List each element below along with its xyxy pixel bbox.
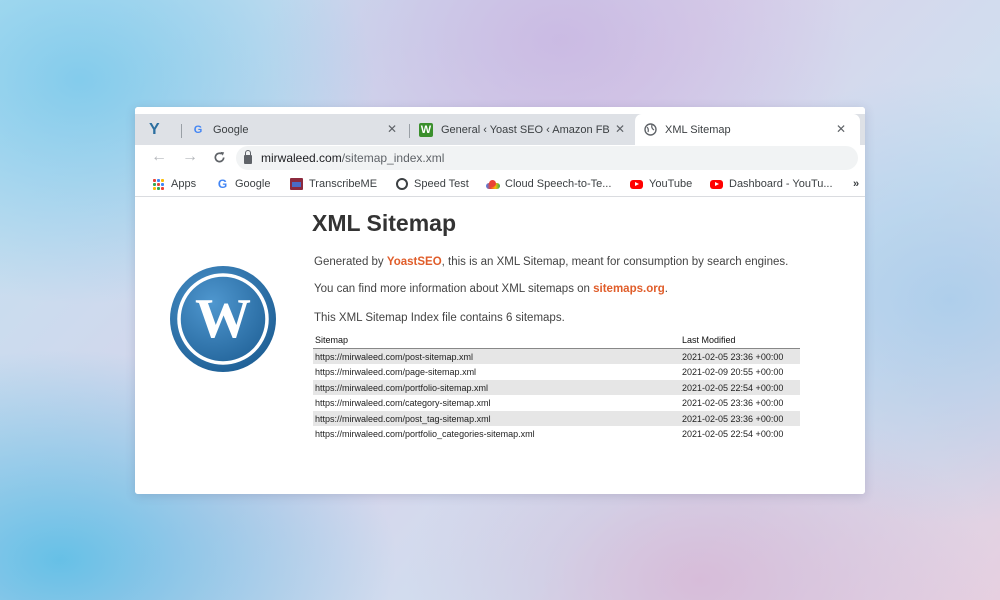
google-icon: G	[217, 177, 228, 191]
last-modified-cell: 2021-02-05 23:36 +00:00	[680, 410, 800, 426]
tab-row: Y G Google ✕ W General ‹ Yoast SEO ‹ Ama…	[135, 114, 865, 145]
last-modified-cell: 2021-02-05 23:36 +00:00	[682, 398, 784, 409]
wordpress-logo: W	[170, 266, 276, 372]
generated-prefix: Generated by	[314, 256, 387, 268]
last-modified-cell: 2021-02-09 20:55 +00:00	[682, 367, 784, 378]
back-arrow-icon[interactable]: ←	[151, 147, 167, 167]
tab-title: Google	[213, 123, 249, 136]
bookmark-label: YouTube	[649, 178, 693, 190]
sitemap-url-link[interactable]: https://mirwaleed.com/page-sitemap.xml	[313, 364, 680, 380]
info-prefix: You can find more information about XML …	[314, 283, 594, 295]
table-row: https://mirwaleed.com/portfolio_categori…	[313, 426, 800, 442]
apps-grid-icon	[152, 178, 165, 191]
browser-window: Y G Google ✕ W General ‹ Yoast SEO ‹ Ama…	[135, 107, 865, 494]
last-modified-cell: 2021-02-05 22:54 +00:00	[682, 429, 784, 440]
last-modified-cell: 2021-02-05 23:36 +00:00	[680, 348, 800, 364]
table-row: https://mirwaleed.com/post_tag-sitemap.x…	[313, 410, 800, 426]
tab-title: General ‹ Yoast SEO ‹ Amazon FB	[441, 123, 610, 136]
bookmark-cloud-speech[interactable]: Cloud Speech-to-Te...	[486, 176, 611, 192]
table-row: https://mirwaleed.com/portfolio-sitemap.…	[313, 379, 800, 395]
more-info-text: You can find more information about XML …	[314, 283, 668, 295]
bookmarks-bar: Apps G Google TranscribeME Speed Test Cl…	[135, 171, 865, 197]
yoast-y-icon[interactable]: Y	[149, 120, 171, 140]
tab-strip: Y G Google ✕ W General ‹ Yoast SEO ‹ Ama…	[135, 107, 865, 145]
page-title: XML Sitemap	[312, 210, 456, 236]
sitemap-url-link[interactable]: https://mirwaleed.com/category-sitemap.x…	[313, 395, 680, 411]
sitemap-table: Sitemap Last Modified https://mirwaleed.…	[313, 335, 800, 442]
cloud-icon	[486, 178, 500, 191]
globe-icon	[643, 123, 657, 137]
tab-yoast-general[interactable]: W General ‹ Yoast SEO ‹ Amazon FB ✕	[419, 114, 633, 145]
forward-arrow-icon[interactable]: →	[182, 147, 198, 167]
transcribeme-icon	[290, 178, 303, 191]
yoastseo-link[interactable]: YoastSEO	[387, 256, 442, 268]
address-bar[interactable]: mirwaleed.com/sitemap_index.xml	[236, 146, 858, 170]
table-row: https://mirwaleed.com/post-sitemap.xml 2…	[313, 348, 800, 364]
close-icon[interactable]: ✕	[387, 122, 397, 136]
column-header-sitemap: Sitemap	[313, 335, 680, 349]
page-content: W XML Sitemap Generated by YoastSEO, thi…	[135, 198, 865, 494]
bookmarks-overflow-icon[interactable]: »	[853, 176, 859, 192]
info-suffix: .	[664, 283, 668, 295]
bookmark-dashboard-youtube[interactable]: Dashboard - YouTu...	[710, 176, 833, 192]
sitemaps-org-link[interactable]: sitemaps.org	[593, 283, 665, 295]
url-path: /sitemap_index.xml	[341, 151, 445, 165]
bookmark-speed-test[interactable]: Speed Test	[395, 176, 469, 192]
yoast-w-icon: W	[419, 122, 433, 137]
tab-separator	[181, 124, 182, 138]
table-row: https://mirwaleed.com/page-sitemap.xml 2…	[313, 364, 800, 380]
close-icon[interactable]: ✕	[615, 122, 625, 136]
bookmark-google[interactable]: G Google	[216, 176, 271, 192]
toolbar: ← → mirwaleed.com/sitemap_index.xml	[135, 145, 865, 171]
column-header-last-modified: Last Modified	[680, 335, 800, 349]
last-modified-cell: 2021-02-05 22:54 +00:00	[680, 379, 800, 395]
bookmark-apps[interactable]: Apps	[152, 176, 196, 192]
bookmark-youtube[interactable]: YouTube	[630, 176, 692, 192]
reload-icon[interactable]	[213, 147, 226, 170]
bookmark-label: Google	[235, 178, 271, 190]
sitemap-count-text: This XML Sitemap Index file contains 6 s…	[314, 312, 565, 324]
sitemap-url-link[interactable]: https://mirwaleed.com/post_tag-sitemap.x…	[313, 410, 680, 426]
url-domain: mirwaleed.com	[261, 151, 342, 165]
bookmark-label: Speed Test	[414, 178, 469, 190]
speedtest-icon	[395, 178, 408, 191]
table-header-row: Sitemap Last Modified	[313, 335, 800, 349]
generated-by-text: Generated by YoastSEO, this is an XML Si…	[314, 256, 788, 268]
tab-separator	[409, 124, 410, 138]
tab-xml-sitemap[interactable]: XML Sitemap ✕	[635, 114, 860, 145]
tab-title: XML Sitemap	[665, 123, 731, 136]
bookmark-transcribeme[interactable]: TranscribeME	[290, 176, 377, 192]
sitemap-url-link[interactable]: https://mirwaleed.com/post-sitemap.xml	[313, 348, 680, 364]
close-icon[interactable]: ✕	[836, 122, 846, 136]
sitemap-url-link[interactable]: https://mirwaleed.com/portfolio_categori…	[313, 426, 680, 442]
generated-suffix: , this is an XML Sitemap, meant for cons…	[441, 256, 789, 268]
lock-icon[interactable]	[244, 150, 252, 164]
sitemap-url-link[interactable]: https://mirwaleed.com/portfolio-sitemap.…	[313, 379, 680, 395]
bookmark-label: Cloud Speech-to-Te...	[505, 178, 612, 190]
tab-google[interactable]: G Google ✕	[191, 114, 405, 145]
google-icon: G	[193, 123, 203, 136]
youtube-icon	[630, 178, 643, 191]
bookmark-label: Dashboard - YouTu...	[729, 178, 833, 190]
table-row: https://mirwaleed.com/category-sitemap.x…	[313, 395, 800, 411]
bookmark-label: TranscribeME	[309, 178, 378, 190]
svg-text:W: W	[195, 288, 251, 350]
youtube-icon	[710, 178, 723, 191]
bookmark-label: Apps	[171, 178, 197, 190]
